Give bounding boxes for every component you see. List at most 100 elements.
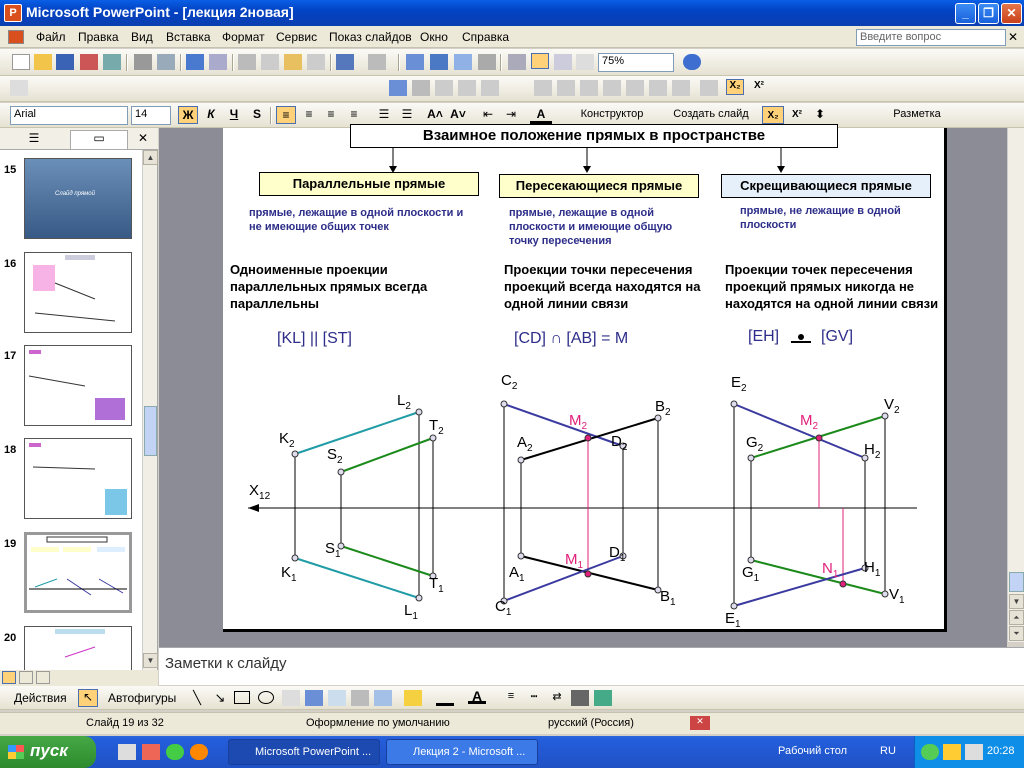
autoshapes-menu[interactable]: Автофигуры bbox=[108, 691, 176, 705]
subscript-icon[interactable]: X₂ bbox=[726, 79, 744, 95]
doc-icon[interactable] bbox=[8, 30, 24, 44]
line-style-icon[interactable]: ≡ bbox=[502, 690, 520, 706]
spelling-icon[interactable] bbox=[186, 54, 204, 70]
menu-view[interactable]: Вид bbox=[131, 30, 153, 44]
align-left-button[interactable]: ≡ bbox=[276, 106, 296, 124]
3d-style-icon[interactable] bbox=[594, 690, 612, 706]
close-doc-icon[interactable]: ✕ bbox=[1008, 30, 1018, 44]
less-contrast-icon[interactable] bbox=[458, 80, 476, 96]
expand-icon[interactable] bbox=[508, 54, 526, 70]
copy-icon[interactable] bbox=[261, 54, 279, 70]
redo-icon[interactable] bbox=[368, 54, 386, 70]
tab-outline[interactable]: ☰ bbox=[14, 131, 54, 147]
insert-image-icon[interactable] bbox=[374, 690, 392, 706]
align-right-button[interactable]: ≡ bbox=[321, 106, 341, 124]
layout-button[interactable]: Разметка bbox=[880, 106, 954, 124]
thumbnail-slide-19-selected[interactable] bbox=[24, 532, 132, 613]
thumbnail-slide-17[interactable] bbox=[24, 345, 132, 426]
minimize-button[interactable]: _ bbox=[955, 3, 976, 24]
dash-style-icon[interactable]: ┅ bbox=[525, 690, 543, 706]
font-size-select[interactable]: 14 bbox=[131, 106, 171, 125]
picture-icon[interactable] bbox=[10, 80, 28, 96]
textbox-icon[interactable] bbox=[282, 690, 300, 706]
slideshow-view-icon[interactable] bbox=[36, 671, 50, 684]
volume-icon[interactable] bbox=[965, 744, 983, 760]
spelling-status-icon[interactable]: ✕ bbox=[690, 716, 710, 730]
format-picture-icon[interactable] bbox=[649, 80, 667, 96]
grayscale-icon[interactable] bbox=[576, 54, 594, 70]
scroll-up-icon[interactable]: ▲ bbox=[143, 150, 158, 165]
oval-icon[interactable] bbox=[258, 691, 274, 704]
permission-icon[interactable] bbox=[80, 54, 98, 70]
actions-menu[interactable]: Действия bbox=[14, 691, 67, 705]
superscript-icon[interactable]: X² bbox=[750, 80, 768, 96]
slide-canvas[interactable]: Взаимное положение прямых в пространстве… bbox=[223, 124, 947, 632]
line-style-icon[interactable] bbox=[580, 80, 598, 96]
underline-button[interactable]: Ч bbox=[224, 106, 244, 124]
menu-window[interactable]: Окно bbox=[420, 30, 448, 44]
crop-icon[interactable] bbox=[534, 80, 552, 96]
compress-icon[interactable] bbox=[603, 80, 621, 96]
shadow-style-icon[interactable] bbox=[571, 690, 589, 706]
superscript-format-icon[interactable]: X² bbox=[786, 106, 808, 124]
justify-button[interactable]: ≡ bbox=[344, 106, 364, 124]
text-color-icon[interactable]: A bbox=[468, 688, 486, 704]
recolor-icon[interactable] bbox=[626, 80, 644, 96]
more-contrast-icon[interactable] bbox=[435, 80, 453, 96]
decrease-font-icon[interactable]: A˅ bbox=[448, 106, 468, 124]
menu-tools[interactable]: Сервис bbox=[276, 30, 317, 44]
new-icon[interactable] bbox=[12, 54, 30, 70]
sorter-view-icon[interactable] bbox=[19, 671, 33, 684]
insert-picture-icon[interactable] bbox=[389, 80, 407, 96]
menu-format[interactable]: Формат bbox=[222, 30, 265, 44]
rotate-icon[interactable] bbox=[557, 80, 575, 96]
hyperlink-icon[interactable] bbox=[478, 54, 496, 70]
decrease-indent-icon[interactable]: ⇤ bbox=[478, 106, 498, 124]
restore-button[interactable]: ❐ bbox=[978, 3, 999, 24]
close-button[interactable]: ✕ bbox=[1001, 3, 1022, 24]
tray-icon[interactable] bbox=[943, 744, 961, 760]
increase-font-icon[interactable]: A˄ bbox=[425, 106, 445, 124]
language-indicator[interactable]: RU bbox=[880, 745, 896, 757]
open-icon[interactable] bbox=[34, 54, 52, 70]
print-icon[interactable] bbox=[134, 54, 152, 70]
slide-scrollbar[interactable]: ▼ ⏶ ⏷ bbox=[1007, 128, 1024, 642]
task-powerpoint[interactable]: Microsoft PowerPoint ... bbox=[228, 739, 380, 765]
brightness-icon[interactable] bbox=[481, 80, 499, 96]
subscript-format-icon[interactable]: X₂ bbox=[762, 106, 784, 124]
shadow-button[interactable]: S bbox=[247, 106, 267, 124]
table-icon[interactable] bbox=[430, 54, 448, 70]
research-icon[interactable] bbox=[209, 54, 227, 70]
undo-icon[interactable] bbox=[336, 54, 354, 70]
slide-scroll-thumb[interactable] bbox=[1009, 572, 1024, 592]
tab-slides[interactable]: ▭ bbox=[70, 130, 128, 149]
pane-close-icon[interactable]: ✕ bbox=[138, 131, 148, 145]
font-color-icon[interactable]: A bbox=[530, 106, 552, 124]
designer-button[interactable]: Конструктор bbox=[566, 106, 658, 124]
quicklaunch-media-icon[interactable] bbox=[166, 744, 184, 760]
quicklaunch-app-icon[interactable] bbox=[190, 744, 208, 760]
quicklaunch-browser-icon[interactable] bbox=[142, 744, 160, 760]
save-icon[interactable] bbox=[56, 54, 74, 70]
next-slide-icon[interactable]: ⏷ bbox=[1009, 626, 1024, 641]
align-center-button[interactable]: ≡ bbox=[299, 106, 319, 124]
reset-picture-icon[interactable] bbox=[700, 80, 718, 96]
email-icon[interactable] bbox=[103, 54, 121, 70]
quicklaunch-desktop-icon[interactable] bbox=[118, 744, 136, 760]
thumbnail-slide-16[interactable] bbox=[24, 252, 132, 333]
chart-icon[interactable] bbox=[406, 54, 424, 70]
tables-borders-icon[interactable] bbox=[454, 54, 472, 70]
numbering-button[interactable]: ☰ bbox=[374, 106, 394, 124]
previous-slide-icon[interactable]: ⏶ bbox=[1009, 610, 1024, 625]
new-slide-button[interactable]: Создать слайд bbox=[662, 106, 760, 124]
scroll-down-icon[interactable]: ▼ bbox=[1009, 594, 1024, 609]
normal-view-icon[interactable] bbox=[2, 671, 16, 684]
arrow-icon[interactable]: ↘ bbox=[211, 690, 229, 706]
show-formatting-icon[interactable] bbox=[531, 53, 549, 69]
clipart-icon[interactable] bbox=[351, 690, 369, 706]
help-icon[interactable] bbox=[683, 54, 701, 70]
print-preview-icon[interactable] bbox=[157, 54, 175, 70]
tray-icon[interactable] bbox=[921, 744, 939, 760]
fill-color-icon[interactable] bbox=[404, 690, 422, 706]
menu-help[interactable]: Справка bbox=[462, 30, 509, 44]
